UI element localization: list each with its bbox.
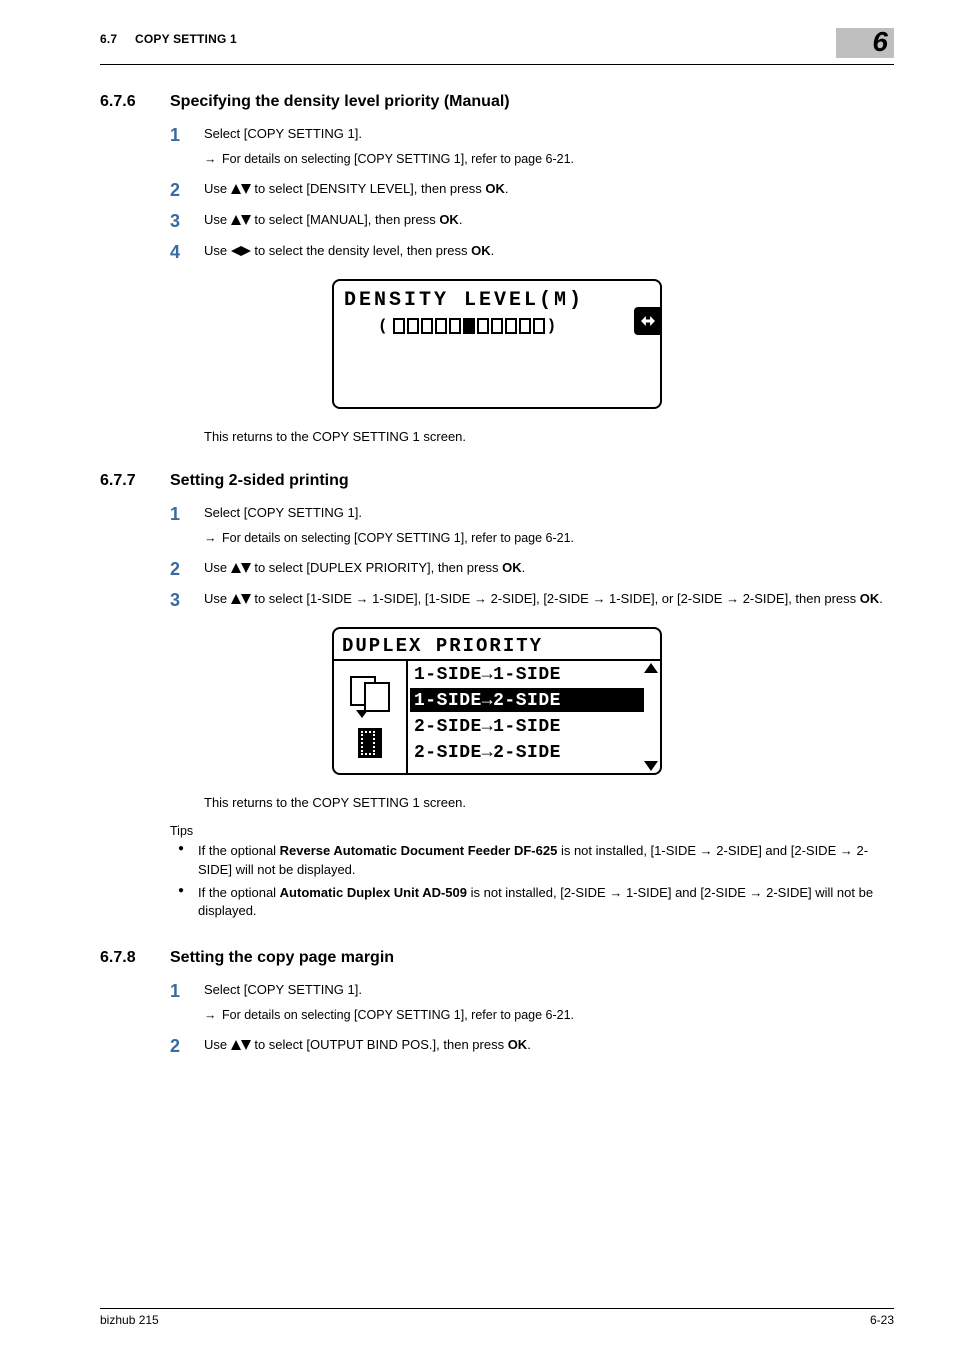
running-header-left: 6.7 COPY SETTING 1 xyxy=(100,30,237,46)
section-678: 6.7.8 Setting the copy page margin 1 Sel… xyxy=(100,949,894,1055)
scroll-up-icon xyxy=(644,663,658,673)
step-number: 3 xyxy=(170,590,204,609)
running-header: 6.7 COPY SETTING 1 6 xyxy=(100,30,894,65)
triangle-down-icon xyxy=(241,1040,251,1050)
density-segment xyxy=(491,318,503,334)
header-section-text: COPY SETTING 1 xyxy=(135,32,237,46)
step-body: Use to select [1-SIDE → 1-SIDE], [1-SIDE… xyxy=(204,590,894,609)
duplex-option: 1-SIDE→1-SIDE xyxy=(408,661,660,687)
step-number: 4 xyxy=(170,242,204,261)
step-body: Use to select [DENSITY LEVEL], then pres… xyxy=(204,180,894,199)
duplex-option-selected: 1-SIDE→2-SIDE xyxy=(410,688,644,712)
step-body: Use to select [MANUAL], then press OK. xyxy=(204,211,894,230)
triangle-down-icon xyxy=(241,184,251,194)
triangle-up-icon xyxy=(231,1040,241,1050)
density-segment xyxy=(449,318,461,334)
step-body: Use to select [DUPLEX PRIORITY], then pr… xyxy=(204,559,894,578)
lcd-rows: 1-SIDE→1-SIDE 1-SIDE→2-SIDE 2-SIDE→1-SID… xyxy=(408,661,660,773)
triangle-up-icon xyxy=(231,563,241,573)
section-number: 6.7.7 xyxy=(100,472,170,490)
step-number: 1 xyxy=(170,504,204,523)
page-footer: bizhub 215 6-23 xyxy=(100,1308,894,1327)
section-676: 6.7.6 Specifying the density level prior… xyxy=(100,93,894,444)
step-subline: For details on selecting [COPY SETTING 1… xyxy=(204,150,894,168)
section-title: Setting 2-sided printing xyxy=(170,472,349,490)
step-subline: For details on selecting [COPY SETTING 1… xyxy=(204,1006,894,1024)
step-number: 1 xyxy=(170,981,204,1000)
lcd-duplex: DUPLEX PRIORITY 1-SIDE→1-SIDE 1-SIDE→2-S… xyxy=(332,627,662,775)
step-text: Select [COPY SETTING 1]. xyxy=(204,505,362,520)
step-body: Use to select the density level, then pr… xyxy=(204,242,894,261)
step-number: 1 xyxy=(170,125,204,144)
header-section-num: 6.7 xyxy=(100,32,117,46)
step-number: 3 xyxy=(170,211,204,230)
triangle-up-icon xyxy=(231,184,241,194)
section-title: Setting the copy page margin xyxy=(170,949,394,967)
step-body: Select [COPY SETTING 1]. For details on … xyxy=(204,125,894,168)
density-segment xyxy=(421,318,433,334)
density-segment xyxy=(533,318,545,334)
tip-item: If the optional Reverse Automatic Docume… xyxy=(170,842,894,880)
step-body: Select [COPY SETTING 1]. For details on … xyxy=(204,504,894,547)
lcd-title: DENSITY LEVEL(M) xyxy=(344,289,650,312)
section-677: 6.7.7 Setting 2-sided printing 1 Select … xyxy=(100,472,894,921)
bar-end-right: ) xyxy=(547,318,560,334)
lcd-title: DUPLEX PRIORITY xyxy=(334,635,660,661)
density-segment xyxy=(519,318,531,334)
scroll-down-icon xyxy=(644,761,658,771)
chapter-badge: 6 xyxy=(836,28,894,58)
density-segment xyxy=(505,318,517,334)
step-number: 2 xyxy=(170,1036,204,1055)
bar-end-left: ( xyxy=(378,318,391,334)
density-segment xyxy=(463,318,475,334)
step-number: 2 xyxy=(170,180,204,199)
section-title: Specifying the density level priority (M… xyxy=(170,93,510,111)
section-number: 6.7.6 xyxy=(100,93,170,111)
density-bar: ( ) xyxy=(378,318,650,334)
step-number: 2 xyxy=(170,559,204,578)
triangle-left-icon xyxy=(231,246,241,256)
tips-label: Tips xyxy=(170,824,894,838)
tip-item: If the optional Automatic Duplex Unit AD… xyxy=(170,884,894,922)
density-segment xyxy=(407,318,419,334)
triangle-down-icon xyxy=(241,594,251,604)
duplex-option: 2-SIDE→1-SIDE xyxy=(408,713,660,739)
density-segment xyxy=(435,318,447,334)
pages-icon xyxy=(350,676,390,710)
step-text: Select [COPY SETTING 1]. xyxy=(204,982,362,997)
footer-page: 6-23 xyxy=(870,1313,894,1327)
triangle-up-icon xyxy=(231,215,241,225)
chapter-number: 6 xyxy=(872,26,888,58)
step-text: Select [COPY SETTING 1]. xyxy=(204,126,362,141)
step-subline: For details on selecting [COPY SETTING 1… xyxy=(204,529,894,547)
density-segment xyxy=(393,318,405,334)
triangle-up-icon xyxy=(231,594,241,604)
tips-list: If the optional Reverse Automatic Docume… xyxy=(170,842,894,921)
triangle-down-icon xyxy=(241,215,251,225)
duplex-option: 2-SIDE→2-SIDE xyxy=(408,739,660,765)
step-body: Select [COPY SETTING 1]. For details on … xyxy=(204,981,894,1024)
step-body: Use to select [OUTPUT BIND POS.], then p… xyxy=(204,1036,894,1055)
triangle-down-icon xyxy=(241,563,251,573)
density-segment xyxy=(477,318,489,334)
section-caption: This returns to the COPY SETTING 1 scree… xyxy=(204,795,894,810)
footer-product: bizhub 215 xyxy=(100,1313,159,1327)
lcd-density: DENSITY LEVEL(M) ( ) xyxy=(332,279,662,409)
lcd-leftright-icon xyxy=(634,307,662,335)
section-number: 6.7.8 xyxy=(100,949,170,967)
triangle-right-icon xyxy=(241,246,251,256)
duplex-page-icon xyxy=(358,728,382,758)
lcd-icons-col xyxy=(334,661,408,773)
section-caption: This returns to the COPY SETTING 1 scree… xyxy=(204,429,894,444)
